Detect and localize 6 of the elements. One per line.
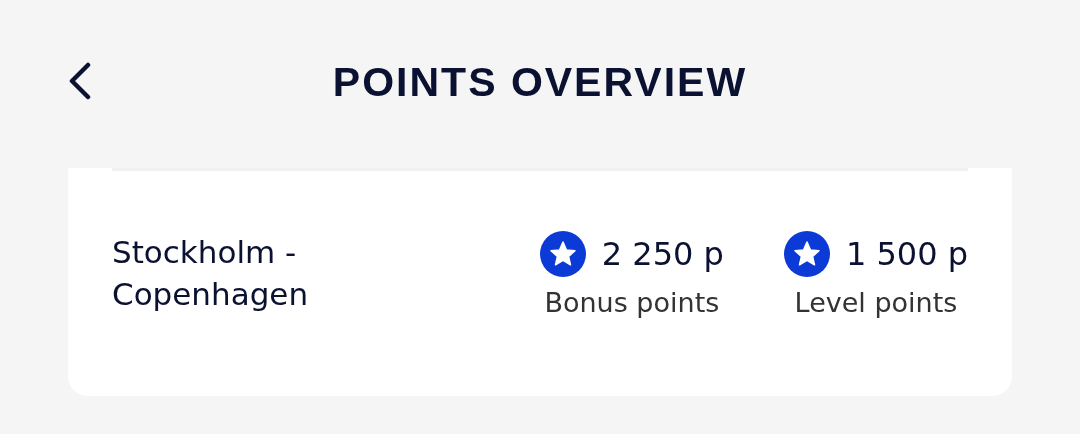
route-name: Stockholm - Copenhagen [112, 233, 310, 314]
points-amount: 2 250 p [601, 235, 724, 273]
points-amount: 1 500 p [845, 235, 968, 273]
page-title: POINTS OVERVIEW [332, 58, 748, 106]
points-label: Level points [794, 287, 958, 318]
points-label: Bonus points [544, 287, 720, 318]
